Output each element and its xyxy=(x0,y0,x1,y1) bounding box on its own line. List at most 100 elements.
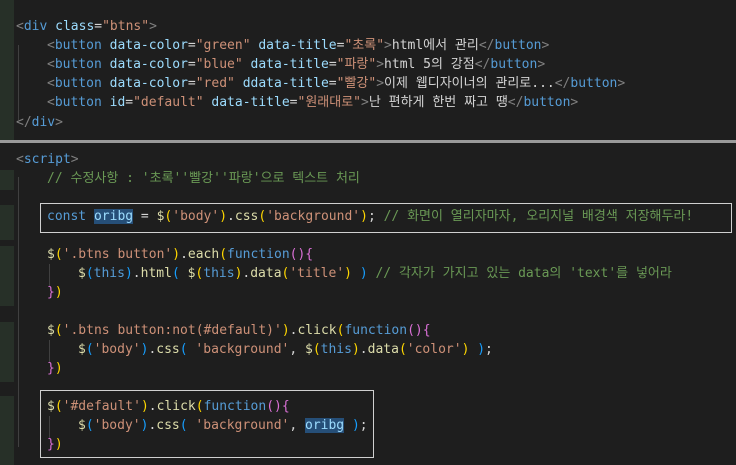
equals: = xyxy=(289,95,298,110)
code-editor[interactable]: <div class="btns"> <button data-color="g… xyxy=(0,0,736,465)
punct: > xyxy=(149,19,157,34)
attr-value: "초록" xyxy=(344,38,385,53)
keyword: this xyxy=(320,342,352,357)
keyword: function xyxy=(203,399,267,414)
punct: < xyxy=(47,76,55,91)
tag-name: div xyxy=(31,115,56,130)
attr-value: "btns" xyxy=(102,19,150,34)
tag-name: button xyxy=(570,76,618,91)
button-text: html 5의 강점 xyxy=(384,57,475,72)
selector-string: '#default' xyxy=(62,399,141,414)
attr-name: data-color xyxy=(109,57,188,72)
equals: = xyxy=(328,76,337,91)
code-line-default-body[interactable]: $('body').css( 'background', oribg ); xyxy=(78,416,368,435)
punct: </ xyxy=(554,76,571,91)
variable-oribg: oribg xyxy=(305,418,345,433)
punct: > xyxy=(55,115,63,130)
method-name: click xyxy=(156,399,196,414)
code-line-div-close[interactable]: </div> xyxy=(16,113,63,132)
code-line-click-body[interactable]: $('body').css( 'background', $(this).dat… xyxy=(78,340,493,359)
method-name: css xyxy=(156,418,180,433)
code-line-comment[interactable]: // 수정사항 : '초록''빨강''파랑'으로 텍스트 처리 xyxy=(47,169,360,188)
code-line-button[interactable]: <button data-color="green" data-title="초… xyxy=(47,36,549,55)
code-line-button[interactable]: <button id="default" data-title="원래대로">난… xyxy=(47,93,578,112)
selector-string: 'body' xyxy=(172,209,220,224)
keyword: function xyxy=(227,247,290,262)
punct: < xyxy=(16,152,24,167)
code-line-click-close[interactable]: }) xyxy=(47,359,63,378)
method-name: data xyxy=(250,266,282,281)
button-text: 난 편하게 한번 짜고 땡 xyxy=(368,95,508,110)
attr-value: "red" xyxy=(195,76,235,91)
attr-name: data-color xyxy=(109,38,188,53)
comment-text: // 수정사항 : '초록''빨강''파랑'으로 텍스트 처리 xyxy=(47,171,360,186)
equals: = xyxy=(187,76,196,91)
tag-name: button xyxy=(54,95,102,110)
attr-value: "blue" xyxy=(195,57,243,72)
punct: > xyxy=(537,57,546,72)
code-line-click[interactable]: $('.btns button:not(#default)').click(fu… xyxy=(47,321,431,340)
punct: > xyxy=(384,38,392,53)
editor-gutter xyxy=(0,0,14,465)
arg-string: 'background' xyxy=(266,209,361,224)
attr-name: ddata-title xyxy=(242,76,329,91)
attr-value: "빨강" xyxy=(336,76,377,91)
equals: = xyxy=(328,57,337,72)
punct: </ xyxy=(478,38,495,53)
attr-name: id xyxy=(109,95,126,110)
method-name: data xyxy=(367,342,399,357)
method-name: css xyxy=(234,209,259,224)
comment-text: // 화면이 열리자마자, 오리지널 배경색 저장해두라! xyxy=(383,209,694,224)
tag-name: button xyxy=(54,76,102,91)
equals: = xyxy=(133,209,157,224)
code-line-const-oribg[interactable]: const oribg = $('body').css('background'… xyxy=(47,207,693,226)
equals: = xyxy=(94,19,103,34)
selector-string: '.btns button' xyxy=(62,247,173,262)
selector-string: 'body' xyxy=(93,342,141,357)
method-name: html xyxy=(140,266,172,281)
comment-text: // 각자가 가지고 있는 data의 'text'를 넣어라 xyxy=(375,266,672,281)
tag-name: div xyxy=(23,19,48,34)
code-line-script-open[interactable]: <script> xyxy=(16,150,79,169)
code-line-default[interactable]: $('#default').click(function(){ xyxy=(47,397,290,416)
indent-guide xyxy=(18,45,19,120)
tag-name: button xyxy=(523,95,571,110)
attr-name: data-title xyxy=(250,57,329,72)
button-text: html에서 관리 xyxy=(391,38,479,53)
keyword: const xyxy=(47,209,87,224)
attr-value: "파랑" xyxy=(336,57,377,72)
code-line-each[interactable]: $('.btns button').each(function(){ xyxy=(47,245,313,264)
arg-string: 'background' xyxy=(195,342,290,357)
arg-string: 'color' xyxy=(406,342,462,357)
punct: < xyxy=(16,19,24,34)
code-line-button[interactable]: <button data-color="blue" data-title="파랑… xyxy=(47,55,545,74)
attr-name: data-color xyxy=(109,76,188,91)
punct: > xyxy=(70,152,79,167)
tag-name: button xyxy=(54,57,102,72)
punct: </ xyxy=(474,57,491,72)
tag-name: button xyxy=(494,38,542,53)
arg-string: 'title' xyxy=(289,266,345,281)
section-divider xyxy=(0,140,736,143)
punct: </ xyxy=(16,115,32,130)
keyword: this xyxy=(93,266,125,281)
equals: = xyxy=(187,38,196,53)
code-line-each-close[interactable]: }) xyxy=(47,283,63,302)
tag-name: button xyxy=(54,38,102,53)
punct: </ xyxy=(507,95,524,110)
code-line-button[interactable]: <button data-color="red" ddata-title="빨강… xyxy=(47,74,625,93)
arg-string: 'background' xyxy=(195,418,290,433)
punct: < xyxy=(47,57,55,72)
code-line-each-body[interactable]: $(this).html( $(this).data('title') ) //… xyxy=(78,264,672,283)
attr-value: "default" xyxy=(133,95,204,110)
code-line-default-close[interactable]: }) xyxy=(47,435,63,454)
code-line-div-open[interactable]: <div class="btns"> xyxy=(16,17,157,36)
punct: > xyxy=(570,95,579,110)
punct: > xyxy=(376,76,385,91)
attr-name: data-title xyxy=(211,95,290,110)
method-name: each xyxy=(187,247,220,262)
equals: = xyxy=(187,57,196,72)
